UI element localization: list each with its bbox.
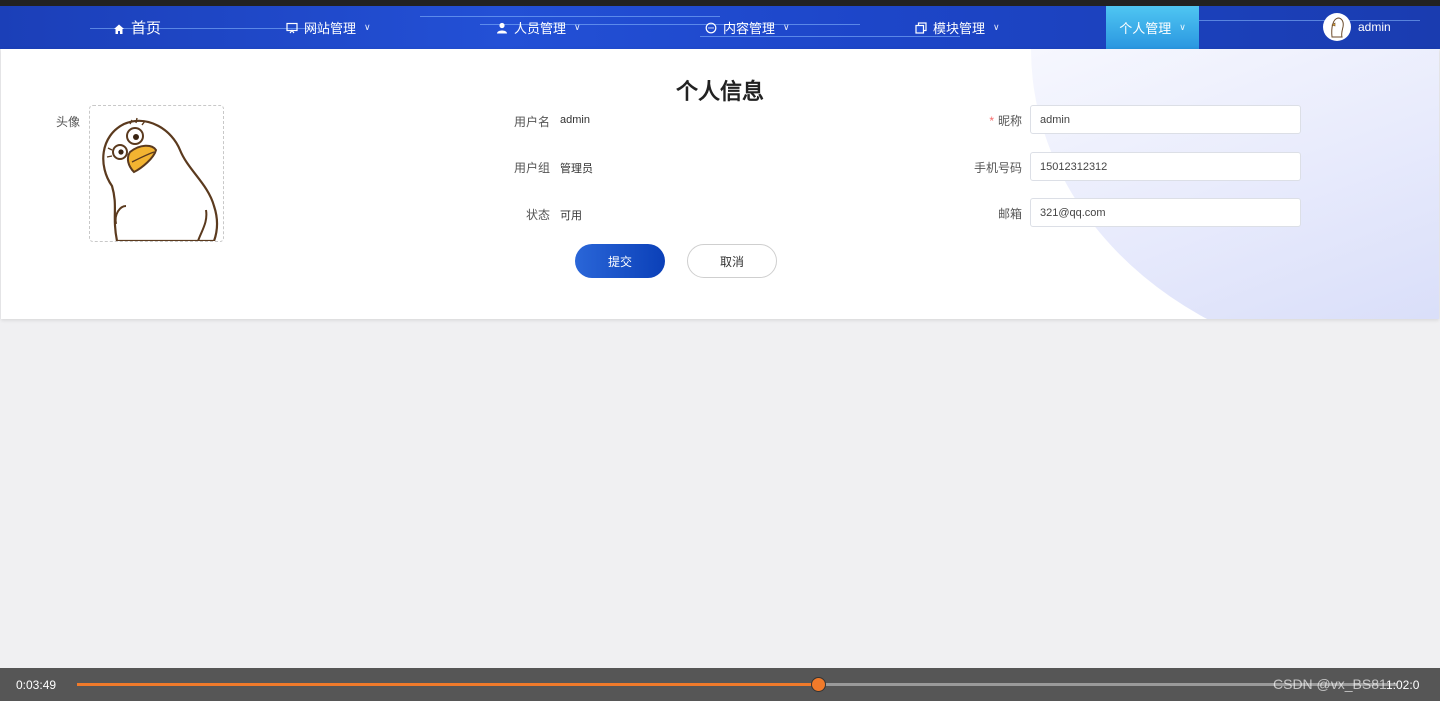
status-label: 状态 <box>525 208 550 222</box>
chevron-down-icon: ∨ <box>993 22 1000 32</box>
phone-label: 手机号码 <box>973 161 1022 175</box>
home-icon <box>113 22 125 34</box>
watermark: CSDN @vx_BS81 <box>1273 676 1387 692</box>
nav-home-label: 首页 <box>131 20 162 37</box>
profile-card: 个人信息 头像 用户名 admin 用户组 管理员 状态 可用 *昵称 手机号码… <box>1 49 1439 319</box>
phone-input[interactable] <box>1030 152 1301 181</box>
email-label: 邮箱 <box>997 207 1022 221</box>
nav-home[interactable]: 首页 <box>113 6 161 49</box>
duck-avatar-image <box>102 117 219 241</box>
nav-staff-management-label: 人员管理 <box>514 21 567 36</box>
chat-icon <box>705 22 717 34</box>
nav-content-management-label: 内容管理 <box>723 21 776 36</box>
video-player-bar: 0:03:49 1:02:0 CSDN @vx_BS81 <box>0 668 1440 701</box>
nav-content-management[interactable]: 内容管理 ∨ <box>705 6 790 49</box>
avatar-label: 头像 <box>55 115 80 129</box>
username-value: admin <box>560 114 590 126</box>
nav-staff-management[interactable]: 人员管理 ∨ <box>496 6 581 49</box>
nav-module-management[interactable]: 模块管理 ∨ <box>915 6 1000 49</box>
nav-personal-management[interactable]: 个人管理 ∨ <box>1106 6 1199 49</box>
submit-button[interactable]: 提交 <box>575 244 665 278</box>
required-asterisk: * <box>989 114 994 128</box>
nickname-input[interactable] <box>1030 105 1301 134</box>
user-menu[interactable]: admin <box>1323 13 1391 41</box>
top-navbar: 首页 网站管理 ∨ 人员管理 ∨ 内容管理 ∨ 模块管理 ∨ 个人管理 ∨ ad… <box>0 6 1440 49</box>
email-input[interactable] <box>1030 198 1301 227</box>
chevron-down-icon: ∨ <box>783 22 790 32</box>
nickname-label: * 昵称 <box>961 112 1022 129</box>
nav-site-management[interactable]: 网站管理 ∨ <box>286 6 371 49</box>
page-title: 个人信息 <box>675 79 764 104</box>
avatar <box>1323 13 1351 41</box>
copy-icon <box>915 21 927 34</box>
chevron-down-icon: ∨ <box>1179 22 1186 32</box>
avatar-upload[interactable] <box>89 105 224 242</box>
monitor-icon <box>286 22 298 34</box>
nav-personal-management-label: 个人管理 <box>1119 21 1172 36</box>
status-value: 可用 <box>560 210 582 222</box>
cancel-button[interactable]: 取消 <box>687 244 777 278</box>
nav-site-management-label: 网站管理 <box>304 21 357 36</box>
nickname-label-text: 昵称 <box>997 114 1022 128</box>
user-group-label: 用户组 <box>513 161 550 175</box>
user-name: admin <box>1358 20 1391 34</box>
user-icon <box>496 22 508 34</box>
user-group-value: 管理员 <box>560 163 593 175</box>
nav-module-management-label: 模块管理 <box>933 21 986 36</box>
chevron-down-icon: ∨ <box>364 22 371 32</box>
username-label: 用户名 <box>513 115 550 129</box>
current-time: 0:03:49 <box>16 678 57 692</box>
total-time: 1:02:0 <box>1386 678 1420 692</box>
progress-fill <box>77 683 818 686</box>
chevron-down-icon: ∨ <box>574 22 581 32</box>
progress-handle[interactable] <box>810 677 826 692</box>
progress-track[interactable] <box>77 677 1397 692</box>
